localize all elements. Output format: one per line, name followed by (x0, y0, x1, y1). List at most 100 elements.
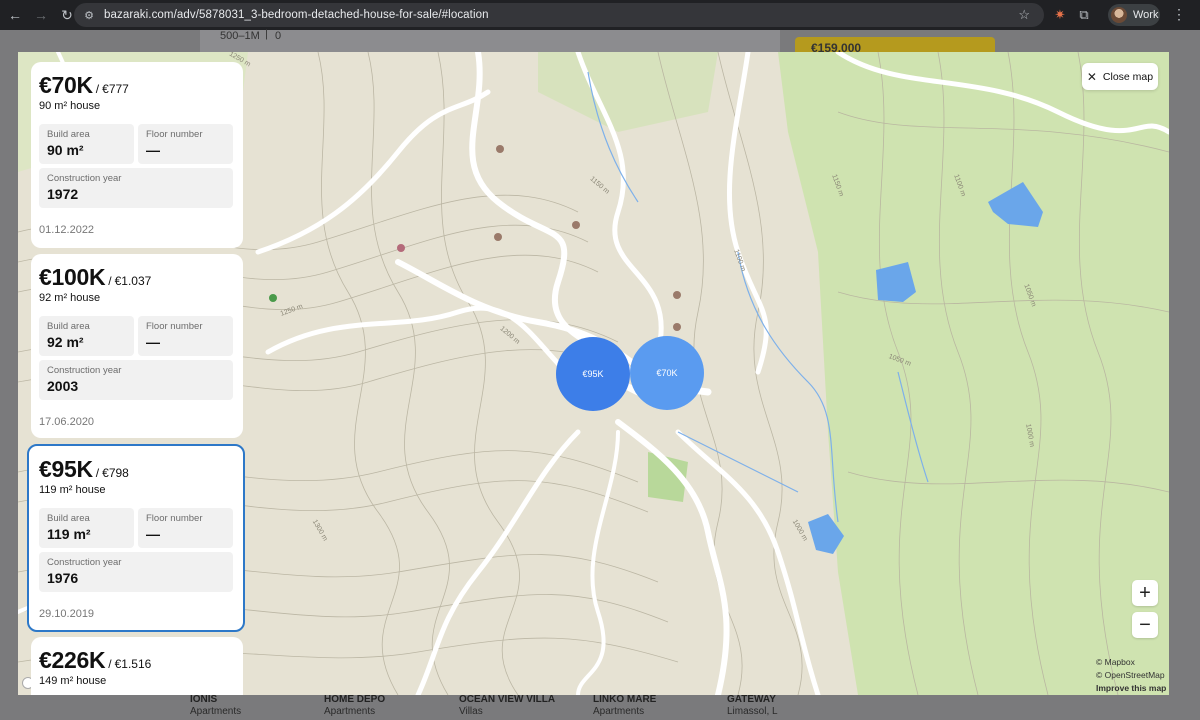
price-per-sqm: €798 (102, 466, 129, 480)
bottom-card[interactable]: LINKO MARE Apartments (593, 694, 656, 718)
build-area-value: 92 m² (47, 334, 84, 350)
bottom-card[interactable]: IONIS Apartments (190, 694, 241, 718)
listing-date: 29.10.2019 (39, 608, 95, 620)
close-map-button[interactable]: ✕ Close map (1082, 63, 1158, 90)
poi-pin-icon[interactable] (672, 290, 682, 300)
bottom-card-title: IONIS (190, 694, 218, 705)
map-price-marker[interactable]: €70K (630, 336, 704, 410)
forward-icon[interactable]: → (30, 4, 52, 26)
zoom-in-button[interactable]: + (1132, 580, 1158, 606)
floor-number-label: Floor number (146, 321, 203, 332)
profile-name: Work (1133, 9, 1159, 21)
listing-price-row: €100K / €1.037 (39, 264, 235, 291)
construction-year-cell: Construction year 1976 (39, 552, 233, 592)
listing-subtitle: 149 m² house (39, 675, 107, 687)
construction-year-cell: Construction year 2003 (39, 360, 233, 400)
bottom-card[interactable]: GATEWAY Limassol, L (727, 694, 778, 718)
construction-year-value: 2003 (47, 378, 79, 394)
construction-year-value: 1972 (47, 186, 79, 202)
bottom-card[interactable]: HOME DEPO Apartments (324, 694, 385, 718)
price-per-sqm: €1.037 (114, 274, 152, 288)
price-separator: / (95, 82, 100, 96)
listing-price: €95K (39, 456, 93, 482)
floor-number-cell: Floor number — (138, 316, 233, 356)
bottom-card-subtitle: Apartments (324, 706, 376, 717)
listing-price-bar: €159,000 (795, 37, 995, 55)
construction-year-value: 1976 (47, 570, 79, 586)
build-area-cell: Build area 90 m² (39, 124, 134, 164)
bottom-card-title: HOME DEPO (324, 694, 386, 705)
poi-pin-icon[interactable] (396, 243, 406, 253)
divider: | (265, 28, 268, 40)
listing-price: €226K (39, 647, 106, 673)
poi-pin-icon[interactable] (493, 232, 503, 242)
bottom-card-subtitle: Limassol, L (727, 706, 778, 717)
browser-menu-icon[interactable]: ⋮ (1172, 6, 1186, 23)
bookmark-star-icon[interactable]: ☆ (1018, 7, 1030, 23)
floor-number-cell: Floor number — (138, 124, 233, 164)
floor-number-value: — (146, 526, 160, 542)
build-area-value: 119 m² (47, 526, 91, 542)
listing-date: 17.06.2020 (39, 416, 95, 428)
site-info-icon[interactable]: ⚙ (82, 8, 96, 22)
listing-price-row: €70K / €777 (39, 72, 235, 99)
similar-listings-strip: IONIS Apartments HOME DEPO Apartments OC… (18, 694, 1178, 720)
marker-label: €70K (656, 368, 678, 378)
forest-area (778, 52, 1169, 695)
avatar (1111, 7, 1127, 23)
build-area-cell: Build area 119 m² (39, 508, 134, 548)
construction-year-label: Construction year (47, 173, 122, 184)
price-range-label: 500–1M (220, 30, 260, 42)
extensions-puzzle-icon[interactable]: ⧉ (1074, 5, 1094, 25)
listing-card-selected[interactable]: €95K / €798 119 m² house Build area 119 … (27, 444, 245, 632)
bottom-card-subtitle: Apartments (593, 706, 645, 717)
listing-card[interactable]: €100K / €1.037 92 m² house Build area 92… (31, 254, 243, 438)
price-filter-row: 500–1M | 0 (200, 28, 780, 52)
osm-attribution-link[interactable]: © OpenStreetMap (1096, 669, 1166, 682)
price-separator: / (95, 466, 100, 480)
build-area-label: Build area (47, 513, 90, 524)
build-area-cell: Build area 92 m² (39, 316, 134, 356)
close-map-label: Close map (1102, 70, 1154, 83)
listing-subtitle: 92 m² house (39, 292, 101, 304)
bottom-card-title: OCEAN VIEW VILLA (459, 694, 556, 705)
poi-pin-icon[interactable] (495, 144, 505, 154)
price-range-value: 0 (275, 30, 282, 42)
listing-date: 01.12.2022 (39, 224, 95, 236)
floor-number-value: — (146, 334, 160, 350)
build-area-label: Build area (47, 129, 90, 140)
address-bar[interactable]: ⚙ bazaraki.com/adv/5878031_3-bedroom-det… (74, 3, 1044, 27)
bottom-card-title: LINKO MARE (593, 694, 657, 705)
listing-subtitle: 119 m² house (39, 484, 106, 496)
map-price-marker[interactable]: €95K (556, 337, 630, 411)
browser-toolbar: ← → ↻ ⚙ bazaraki.com/adv/5878031_3-bedro… (0, 0, 1200, 30)
mapbox-attribution-link[interactable]: © Mapbox (1096, 656, 1166, 669)
back-icon[interactable]: ← (4, 4, 26, 26)
build-area-label: Build area (47, 321, 90, 332)
marker-label: €95K (582, 369, 604, 379)
listing-card[interactable]: €226K / €1.516 149 m² house (31, 637, 243, 695)
price-per-sqm: €1.516 (114, 657, 152, 671)
profile-button[interactable]: Work (1108, 4, 1160, 26)
bottom-card-title: GATEWAY (727, 694, 776, 705)
close-icon: ✕ (1086, 69, 1097, 84)
url-text[interactable]: bazaraki.com/adv/5878031_3-bedroom-detac… (104, 9, 489, 21)
bottom-card-subtitle: Villas (459, 706, 483, 717)
park-pin-icon[interactable] (268, 293, 278, 303)
zoom-out-button[interactable]: − (1132, 612, 1158, 638)
improve-map-link[interactable]: Improve this map (1096, 682, 1166, 695)
extension-icon[interactable]: ✷ (1050, 5, 1070, 25)
price-separator: / (108, 657, 112, 671)
construction-year-cell: Construction year 1972 (39, 168, 233, 208)
listing-details: Build area 119 m² Floor number — Constru… (39, 508, 235, 592)
bottom-card[interactable]: OCEAN VIEW VILLA Villas (459, 694, 555, 718)
listing-price: €70K (39, 72, 93, 98)
listing-details: Build area 90 m² Floor number — Construc… (39, 124, 235, 208)
poi-pin-icon[interactable] (672, 322, 682, 332)
listing-card[interactable]: €70K / €777 90 m² house Build area 90 m²… (31, 62, 243, 248)
build-area-value: 90 m² (47, 142, 84, 158)
poi-pin-icon[interactable] (571, 220, 581, 230)
listing-details: Build area 92 m² Floor number — Construc… (39, 316, 235, 400)
floor-number-value: — (146, 142, 160, 158)
forest-area (538, 52, 718, 132)
